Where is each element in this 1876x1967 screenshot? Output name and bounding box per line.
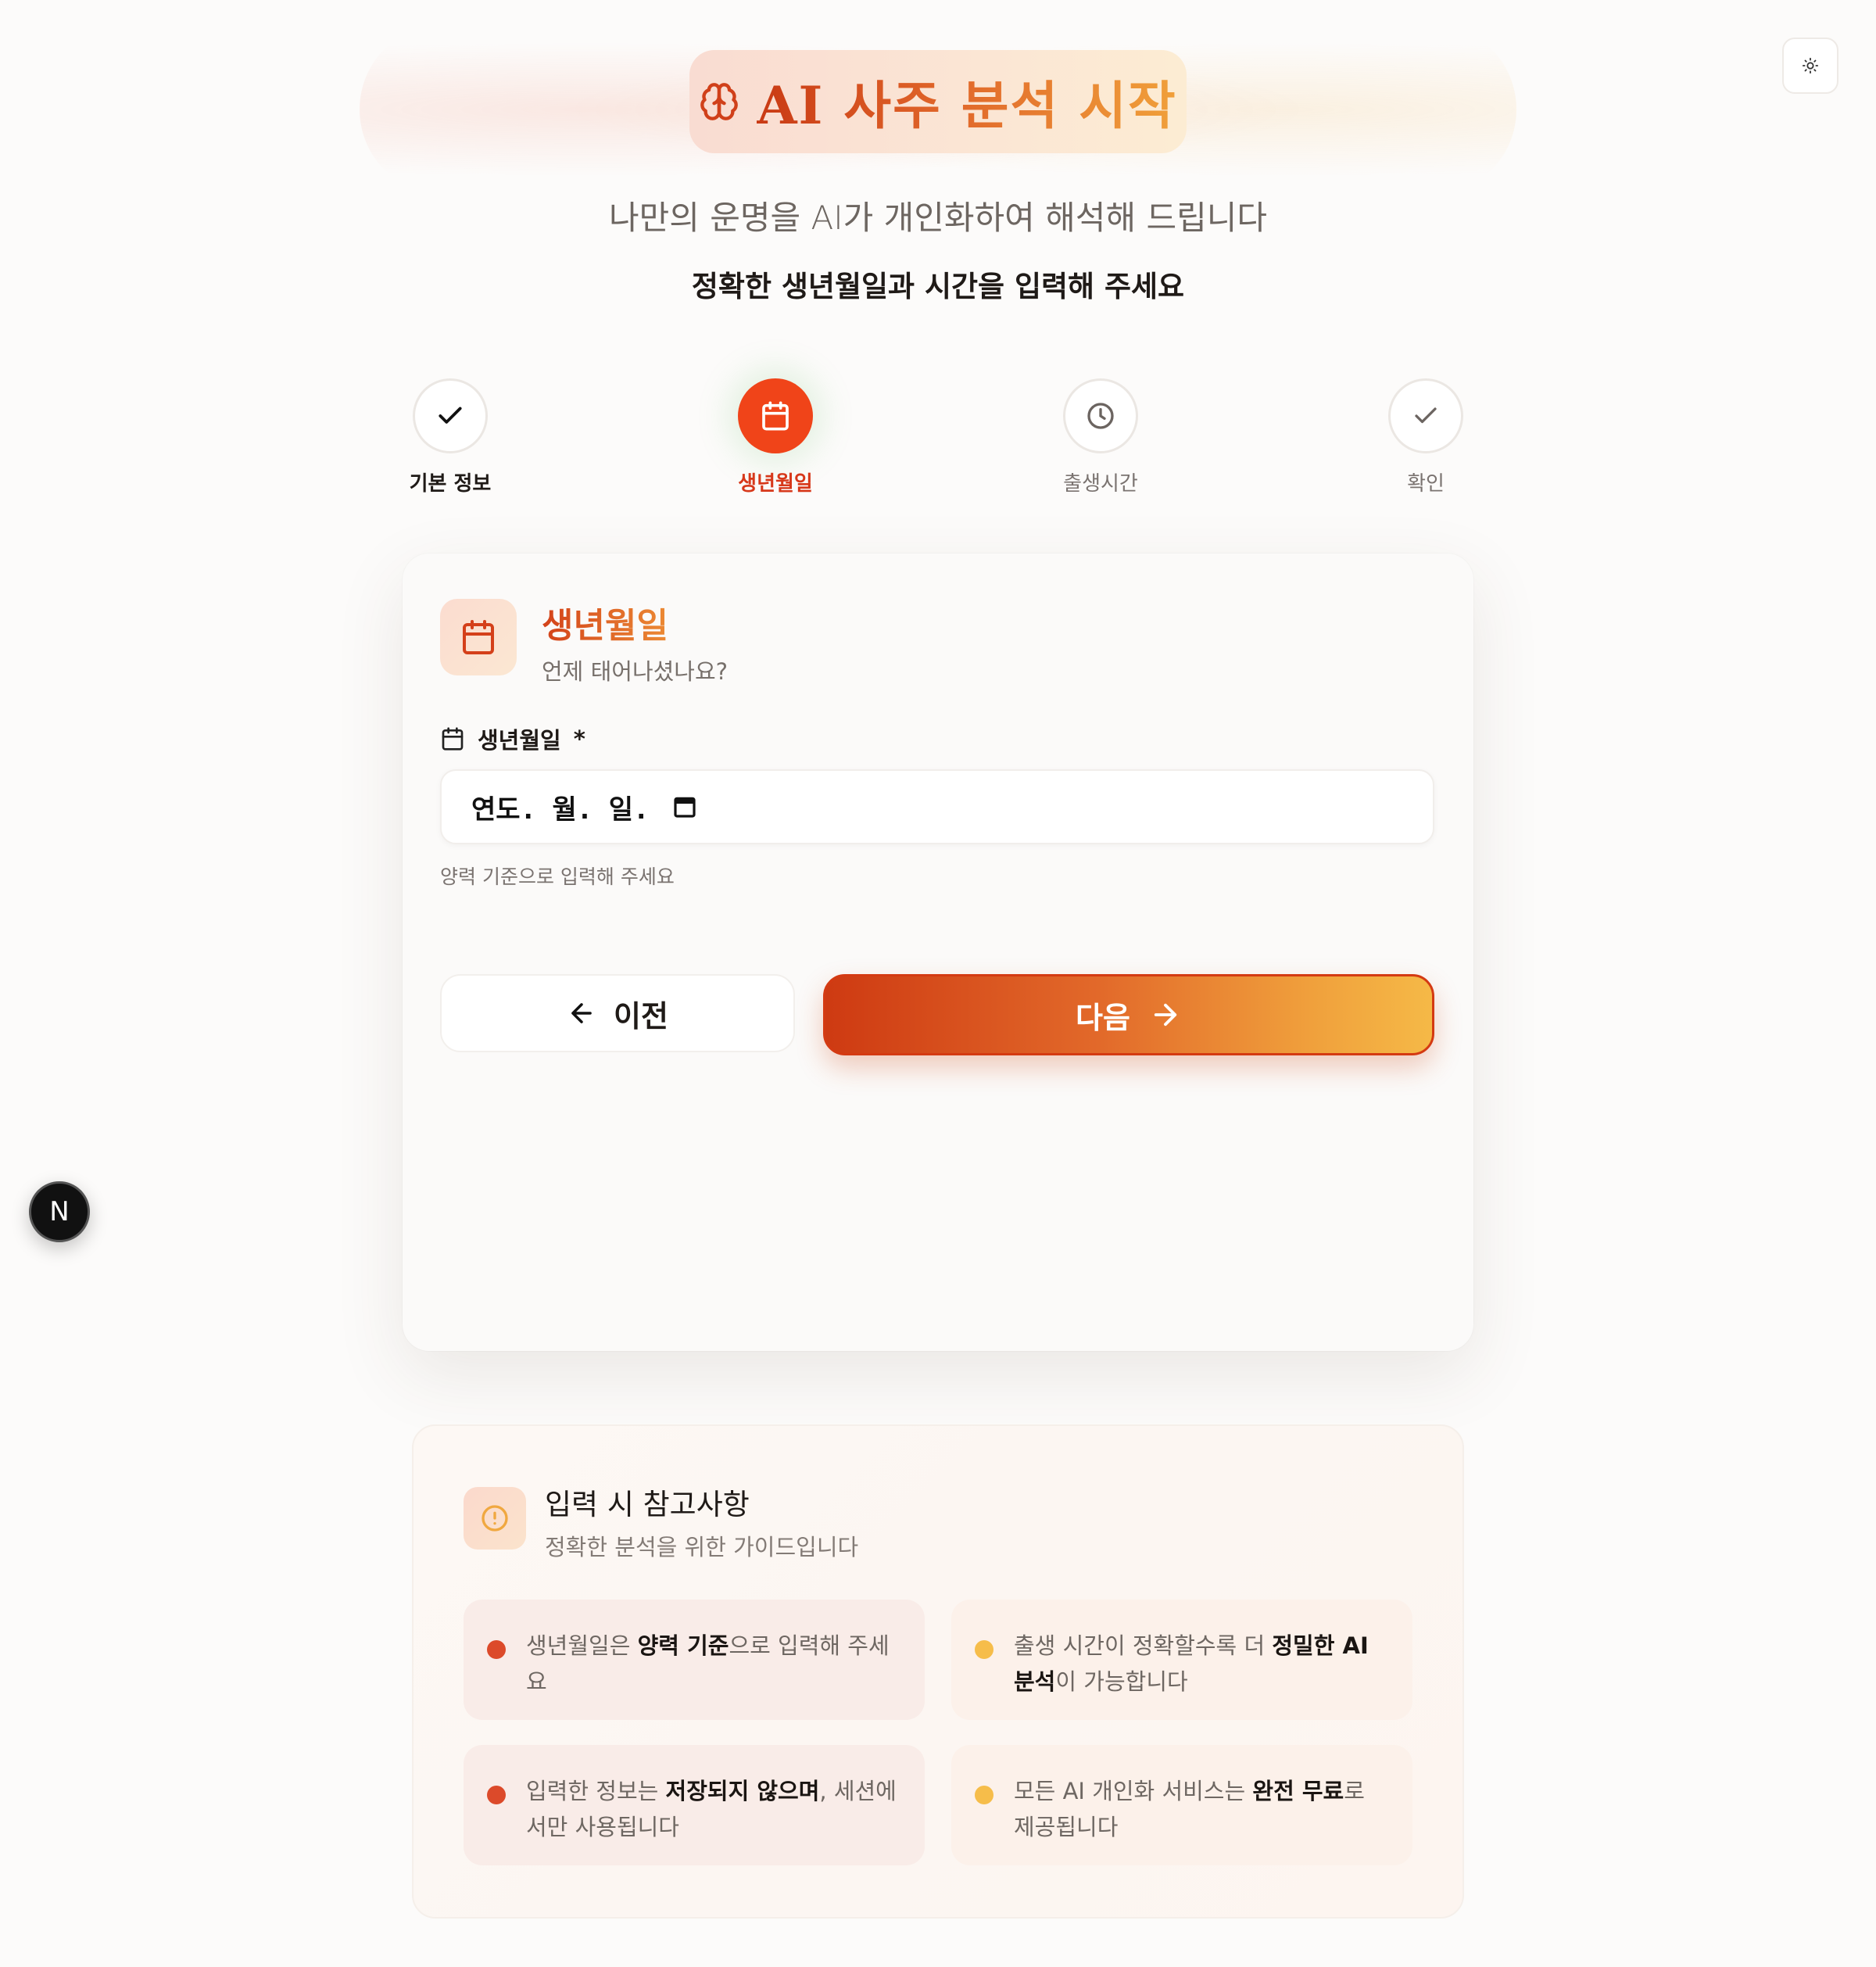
- guide-subtitle: 정확한 분석을 위한 가이드입니다: [545, 1534, 859, 1560]
- card-title: 생년월일: [542, 597, 668, 647]
- guide-tip: 출생 시간이 정확할수록 더 정밀한 AI 분석이 가능합니다: [951, 1600, 1412, 1720]
- guide-tip: 모든 AI 개인화 서비스는 완전 무료로 제공됩니다: [951, 1745, 1412, 1865]
- card-icon-box: [440, 599, 517, 675]
- bullet-dot: [975, 1640, 993, 1659]
- date-placeholder: 연도. 월. 일.: [471, 794, 650, 826]
- step-birth-time[interactable]: 출생시간: [1022, 378, 1179, 496]
- input-hint: 양력 기준으로 입력해 주세요: [440, 865, 675, 888]
- tip-emphasis: 완전 무료: [1252, 1778, 1344, 1804]
- next-button-label: 다음: [1076, 1001, 1130, 1035]
- tip-emphasis: 양력 기준: [637, 1632, 729, 1659]
- calendar-icon: [762, 401, 789, 431]
- check-icon: [439, 407, 462, 424]
- guide-tip: 입력한 정보는 저장되지 않으며, 세션에서만 사용됩니다: [464, 1745, 925, 1865]
- guide-title: 입력 시 참고사항: [545, 1488, 750, 1521]
- calendar-picker-icon[interactable]: [672, 794, 697, 819]
- tip-emphasis: 저장되지 않으며: [665, 1778, 820, 1804]
- arrow-right-icon: [1154, 1003, 1177, 1026]
- step-label: 기본 정보: [409, 472, 492, 496]
- field-label-text: 생년월일: [478, 727, 561, 754]
- sun-icon: [1802, 57, 1819, 74]
- guide-panel: 입력 시 참고사항 정확한 분석을 위한 가이드입니다 생년월일은 양력 기준으…: [412, 1424, 1464, 1919]
- step-label: 출생시간: [1063, 472, 1138, 496]
- dev-tools-badge[interactable]: N: [29, 1181, 90, 1242]
- calendar-icon: [442, 727, 464, 751]
- alert-circle-icon: [482, 1505, 508, 1532]
- tip-text: 생년월일은: [526, 1632, 638, 1659]
- tip-text: 모든 AI 개인화 서비스는: [1014, 1778, 1253, 1804]
- tip-text: 출생 시간이 정확할수록 더: [1014, 1632, 1273, 1659]
- birthdate-field-label: 생년월일 *: [440, 722, 585, 755]
- page-title: AI 사주 분석 시작: [757, 64, 1176, 139]
- birthdate-input[interactable]: 연도. 월. 일.: [440, 769, 1434, 844]
- brain-icon: [700, 83, 739, 120]
- card-subtitle: 언제 태어나셨나요?: [542, 658, 729, 685]
- hero-instruction: 정확한 생년월일과 시간을 입력해 주세요: [691, 270, 1185, 303]
- badge-letter: N: [49, 1196, 70, 1227]
- calendar-icon: [463, 620, 494, 654]
- step-circle: [413, 378, 488, 453]
- theme-toggle-button[interactable]: [1782, 38, 1838, 94]
- step-circle: [1063, 378, 1138, 453]
- step-circle: [1388, 378, 1463, 453]
- hero-badge: AI 사주 분석 시작: [689, 50, 1187, 153]
- clock-icon: [1087, 403, 1114, 429]
- page: AI 사주 분석 시작 나만의 운명을 AI가 개인화하여 해석해 드립니다 정…: [0, 0, 1876, 1967]
- hero-subtitle: 나만의 운명을 AI가 개인화하여 해석해 드립니다: [608, 199, 1268, 237]
- step-birthdate[interactable]: 생년월일: [697, 378, 854, 496]
- step-basic-info[interactable]: 기본 정보: [372, 378, 528, 496]
- step-label: 생년월일: [738, 472, 813, 496]
- prev-button-label: 이전: [614, 1000, 668, 1034]
- guide-icon-box: [464, 1487, 526, 1550]
- step-label: 확인: [1407, 472, 1445, 496]
- guide-tip: 생년월일은 양력 기준으로 입력해 주세요: [464, 1600, 925, 1720]
- tip-text: 이 가능합니다: [1055, 1668, 1188, 1695]
- birthdate-card: 생년월일 언제 태어나셨나요? 생년월일 * 연도. 월. 일. 양력 기준으로…: [403, 554, 1473, 1351]
- required-mark: *: [573, 726, 585, 752]
- bullet-dot: [487, 1640, 506, 1659]
- bullet-dot: [487, 1786, 506, 1804]
- next-button[interactable]: 다음: [823, 974, 1434, 1055]
- step-confirm[interactable]: 확인: [1348, 378, 1504, 496]
- check-icon: [1415, 407, 1437, 424]
- bullet-dot: [975, 1786, 993, 1804]
- step-circle-active: [738, 378, 813, 453]
- prev-button[interactable]: 이전: [440, 974, 795, 1052]
- arrow-left-icon: [571, 1003, 592, 1023]
- tip-text: 입력한 정보는: [526, 1778, 666, 1804]
